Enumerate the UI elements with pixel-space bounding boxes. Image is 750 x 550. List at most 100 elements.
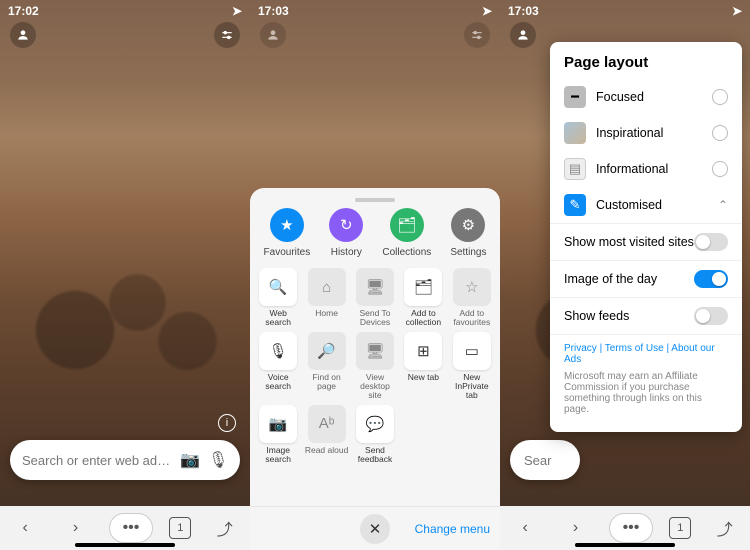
tabs-button[interactable]: 1 — [669, 517, 691, 539]
location-icon: ➤ — [732, 4, 742, 18]
forward-button[interactable]: › — [59, 513, 93, 543]
info-button[interactable]: i — [218, 414, 236, 432]
forward-button[interactable]: › — [559, 513, 593, 543]
change-menu-link[interactable]: Change menu — [415, 522, 490, 536]
status-bar: 17:03 ➤ — [508, 4, 742, 18]
more-button[interactable]: ••• — [109, 513, 153, 543]
action-icon: ⊞ — [404, 332, 442, 370]
action-new-inprivate-tab[interactable]: ▭New InPrivate tab — [450, 332, 494, 401]
action-sheet: ★Favourites ↻History 🗂Collections ⚙Settings… — [250, 188, 500, 550]
favourites-icon: ★ — [270, 208, 304, 242]
action-new-tab[interactable]: ⊞New tab — [401, 332, 445, 401]
toggle-show-most-visited-sites[interactable]: Show most visited sites — [550, 223, 742, 260]
sheet-grabber[interactable] — [355, 198, 395, 202]
sheet-favourites[interactable]: ★Favourites — [264, 208, 311, 258]
layout-swatch-icon: ━ — [564, 86, 586, 108]
mic-icon[interactable]: 🎙 — [208, 450, 228, 470]
sheet-collections[interactable]: 🗂Collections — [382, 208, 431, 258]
status-right: ➤ — [482, 4, 492, 18]
page-settings-button[interactable] — [464, 22, 490, 48]
action-add-to-collection[interactable]: 🗂Add to collection — [401, 268, 445, 328]
share-button[interactable]: ⤴ — [208, 513, 242, 543]
close-sheet-button[interactable]: ✕ — [360, 514, 390, 544]
back-button[interactable]: ‹ — [508, 513, 542, 543]
layout-option-focused[interactable]: ━Focused — [550, 79, 742, 115]
action-icon: 📷 — [259, 405, 297, 443]
popover-title: Page layout — [550, 42, 742, 79]
action-icon: 🖥 — [356, 332, 394, 370]
collections-icon: 🗂 — [390, 208, 424, 242]
action-icon: 💬 — [356, 405, 394, 443]
chevron-up-icon: ⌃ — [718, 198, 728, 212]
action-icon: 🔎 — [308, 332, 346, 370]
clock: 17:02 — [8, 4, 39, 18]
sheet-settings[interactable]: ⚙Settings — [450, 208, 486, 258]
action-add-to-favourites: ☆Add to favourites — [450, 268, 494, 328]
action-web-search[interactable]: 🔍Web search — [256, 268, 300, 328]
account-button[interactable] — [10, 22, 36, 48]
action-voice-search[interactable]: 🎙Voice search — [256, 332, 300, 401]
affiliate-disclaimer: Microsoft may earn an Affiliate Commissi… — [564, 371, 728, 415]
account-button[interactable] — [510, 22, 536, 48]
status-right: ➤ — [732, 4, 742, 18]
layout-option-informational[interactable]: ▤Informational — [550, 151, 742, 187]
action-icon: 🖥 — [356, 268, 394, 306]
status-right: ➤ — [232, 4, 242, 18]
settings-icon: ⚙ — [451, 208, 485, 242]
layout-option-customised[interactable]: ✎Customised⌃ — [550, 187, 742, 223]
tabs-button[interactable]: 1 — [169, 517, 191, 539]
radio-icon — [712, 125, 728, 141]
toggle-image-of-the-day[interactable]: Image of the day — [550, 260, 742, 297]
popover-footer: Privacy | Terms of Use | About our Ads M… — [550, 334, 742, 423]
page-layout-popover: Page layout ━FocusedInspirational▤Inform… — [550, 42, 742, 432]
page-settings-button[interactable] — [214, 22, 240, 48]
clock: 17:03 — [258, 4, 289, 18]
search-bar[interactable]: Search or enter web addre… 📷 🎙 — [10, 440, 240, 480]
action-find-on-page: 🔎Find on page — [304, 332, 348, 401]
camera-icon[interactable]: 📷 — [180, 450, 200, 470]
action-icon: 🎙 — [259, 332, 297, 370]
screen-page-layout: 17:03 ➤ Page layout ━FocusedInspirationa… — [500, 0, 750, 550]
location-icon: ➤ — [482, 4, 492, 18]
terms-link[interactable]: Terms of Use — [605, 343, 664, 354]
action-icon: ▭ — [453, 332, 491, 370]
toggle-show-feeds[interactable]: Show feeds — [550, 297, 742, 334]
action-send-feedback[interactable]: 💬Send feedback — [353, 405, 397, 465]
radio-icon — [712, 89, 728, 105]
account-button[interactable] — [260, 22, 286, 48]
action-view-desktop-site: 🖥View desktop site — [353, 332, 397, 401]
screen-menu-sheet: 17:03 ➤ ★Favourites ↻History 🗂Collections ⚙… — [250, 0, 500, 550]
sheet-history[interactable]: ↻History — [329, 208, 363, 258]
action-icon: 🔍 — [259, 268, 297, 306]
search-placeholder: Search or enter web addre… — [22, 453, 172, 468]
action-send-to-devices: 🖥Send To Devices — [353, 268, 397, 328]
action-home: ⌂Home — [304, 268, 348, 328]
clock: 17:03 — [508, 4, 539, 18]
radio-icon — [712, 161, 728, 177]
action-icon: ☆ — [453, 268, 491, 306]
action-image-search[interactable]: 📷Image search — [256, 405, 300, 465]
share-button[interactable]: ⤴ — [708, 513, 742, 543]
home-indicator — [575, 543, 675, 547]
layout-swatch-icon: ✎ — [564, 194, 586, 216]
back-button[interactable]: ‹ — [8, 513, 42, 543]
layout-swatch-icon — [564, 122, 586, 144]
history-icon: ↻ — [329, 208, 363, 242]
home-indicator — [75, 543, 175, 547]
switch-icon — [694, 233, 728, 251]
action-icon: 🗂 — [404, 268, 442, 306]
search-placeholder: Sear — [524, 453, 568, 468]
switch-icon — [694, 270, 728, 288]
search-bar[interactable]: Sear — [510, 440, 580, 480]
action-icon: ⌂ — [308, 268, 346, 306]
layout-option-inspirational[interactable]: Inspirational — [550, 115, 742, 151]
switch-icon — [694, 307, 728, 325]
status-bar: 17:03 ➤ — [258, 4, 492, 18]
layout-swatch-icon: ▤ — [564, 158, 586, 180]
action-icon: Aᵇ — [308, 405, 346, 443]
privacy-link[interactable]: Privacy — [564, 343, 597, 354]
location-icon: ➤ — [232, 4, 242, 18]
status-bar: 17:02 ➤ — [8, 4, 242, 18]
action-read-aloud: AᵇRead aloud — [304, 405, 348, 465]
more-button[interactable]: ••• — [609, 513, 653, 543]
